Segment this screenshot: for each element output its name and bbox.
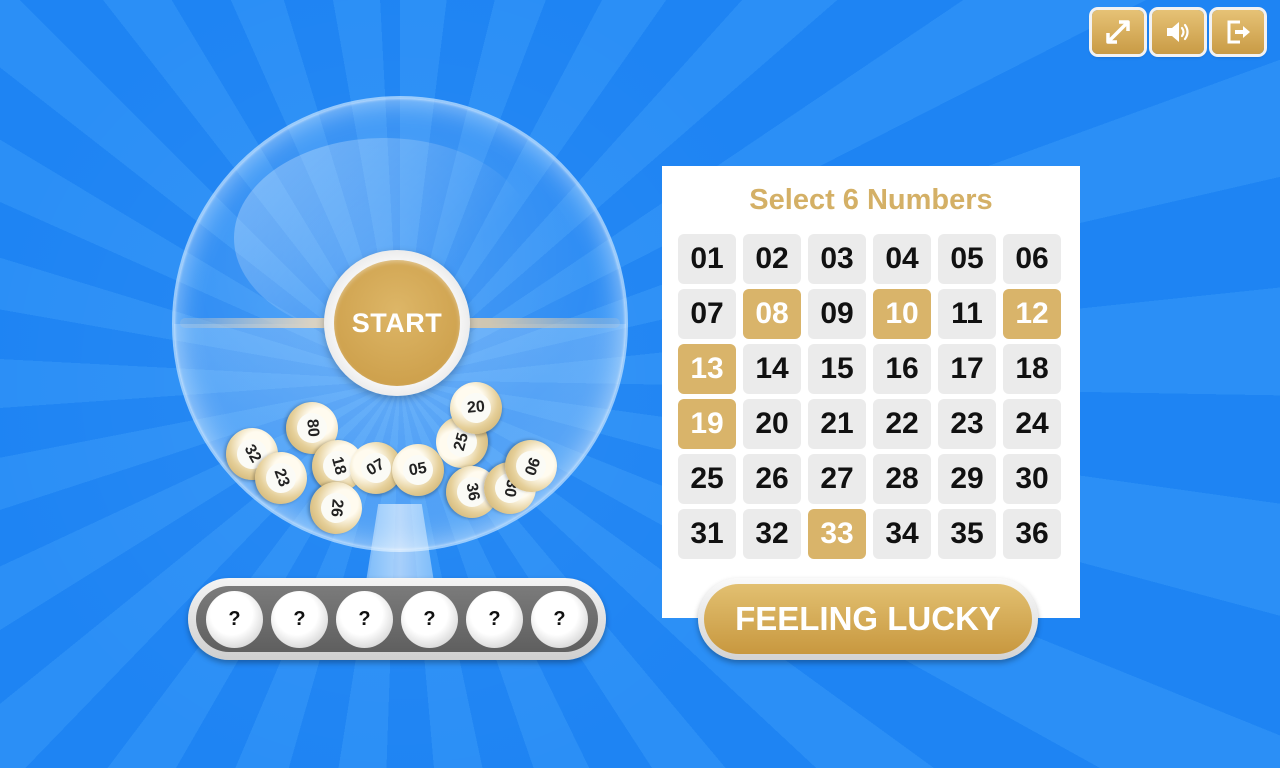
number-cell-07[interactable]: 07 xyxy=(678,289,736,339)
number-cell-25[interactable]: 25 xyxy=(678,454,736,504)
feeling-lucky-button[interactable]: FEELING LUCKY xyxy=(698,578,1038,660)
exit-button[interactable] xyxy=(1212,10,1264,54)
number-cell-32[interactable]: 32 xyxy=(743,509,801,559)
fullscreen-button[interactable] xyxy=(1092,10,1144,54)
number-cell-10[interactable]: 10 xyxy=(873,289,931,339)
number-cell-15[interactable]: 15 xyxy=(808,344,866,394)
number-cell-26[interactable]: 26 xyxy=(743,454,801,504)
exit-icon xyxy=(1227,20,1250,44)
number-panel: Select 6 Numbers 01 02 03 04 05 06 07 08 09 10 11 1… xyxy=(662,166,1080,618)
number-cell-31[interactable]: 31 xyxy=(678,509,736,559)
number-cell-04[interactable]: 04 xyxy=(873,234,931,284)
number-cell-21[interactable]: 21 xyxy=(808,399,866,449)
number-cell-36[interactable]: 36 xyxy=(1003,509,1061,559)
number-cell-18[interactable]: 18 xyxy=(1003,344,1061,394)
fullscreen-icon xyxy=(1106,20,1130,44)
number-cell-11[interactable]: 11 xyxy=(938,289,996,339)
number-cell-22[interactable]: 22 xyxy=(873,399,931,449)
number-cell-05[interactable]: 05 xyxy=(938,234,996,284)
number-cell-35[interactable]: 35 xyxy=(938,509,996,559)
number-cell-24[interactable]: 24 xyxy=(1003,399,1061,449)
number-cell-23[interactable]: 23 xyxy=(938,399,996,449)
number-cell-20[interactable]: 20 xyxy=(743,399,801,449)
number-cell-16[interactable]: 16 xyxy=(873,344,931,394)
result-slot: ? xyxy=(401,590,458,648)
number-cell-33[interactable]: 33 xyxy=(808,509,866,559)
number-cell-29[interactable]: 29 xyxy=(938,454,996,504)
number-cell-19[interactable]: 19 xyxy=(678,399,736,449)
result-slot: ? xyxy=(466,590,523,648)
number-cell-30[interactable]: 30 xyxy=(1003,454,1061,504)
number-cell-02[interactable]: 02 xyxy=(743,234,801,284)
number-cell-06[interactable]: 06 xyxy=(1003,234,1061,284)
number-cell-17[interactable]: 17 xyxy=(938,344,996,394)
start-button-label: START xyxy=(334,260,460,386)
result-slot: ? xyxy=(531,590,588,648)
number-cell-27[interactable]: 27 xyxy=(808,454,866,504)
feeling-lucky-label: FEELING LUCKY xyxy=(704,584,1032,654)
result-slot: ? xyxy=(206,590,263,648)
number-cell-12[interactable]: 12 xyxy=(1003,289,1061,339)
sound-button[interactable] xyxy=(1152,10,1204,54)
speaker-icon xyxy=(1167,22,1189,42)
number-cell-28[interactable]: 28 xyxy=(873,454,931,504)
number-grid: 01 02 03 04 05 06 07 08 09 10 11 12 13 14 15 16 17 18 19 20… xyxy=(678,234,1061,559)
result-slot: ? xyxy=(336,590,393,648)
result-slot: ? xyxy=(271,590,328,648)
number-cell-03[interactable]: 03 xyxy=(808,234,866,284)
number-cell-09[interactable]: 09 xyxy=(808,289,866,339)
number-cell-08[interactable]: 08 xyxy=(743,289,801,339)
panel-title: Select 6 Numbers xyxy=(749,184,993,216)
number-cell-13[interactable]: 13 xyxy=(678,344,736,394)
number-cell-14[interactable]: 14 xyxy=(743,344,801,394)
number-cell-34[interactable]: 34 xyxy=(873,509,931,559)
result-tray-inner: ? ? ? ? ? ? xyxy=(196,586,598,652)
number-cell-01[interactable]: 01 xyxy=(678,234,736,284)
start-button[interactable]: START xyxy=(324,250,470,396)
result-tray: ? ? ? ? ? ? xyxy=(188,578,606,660)
